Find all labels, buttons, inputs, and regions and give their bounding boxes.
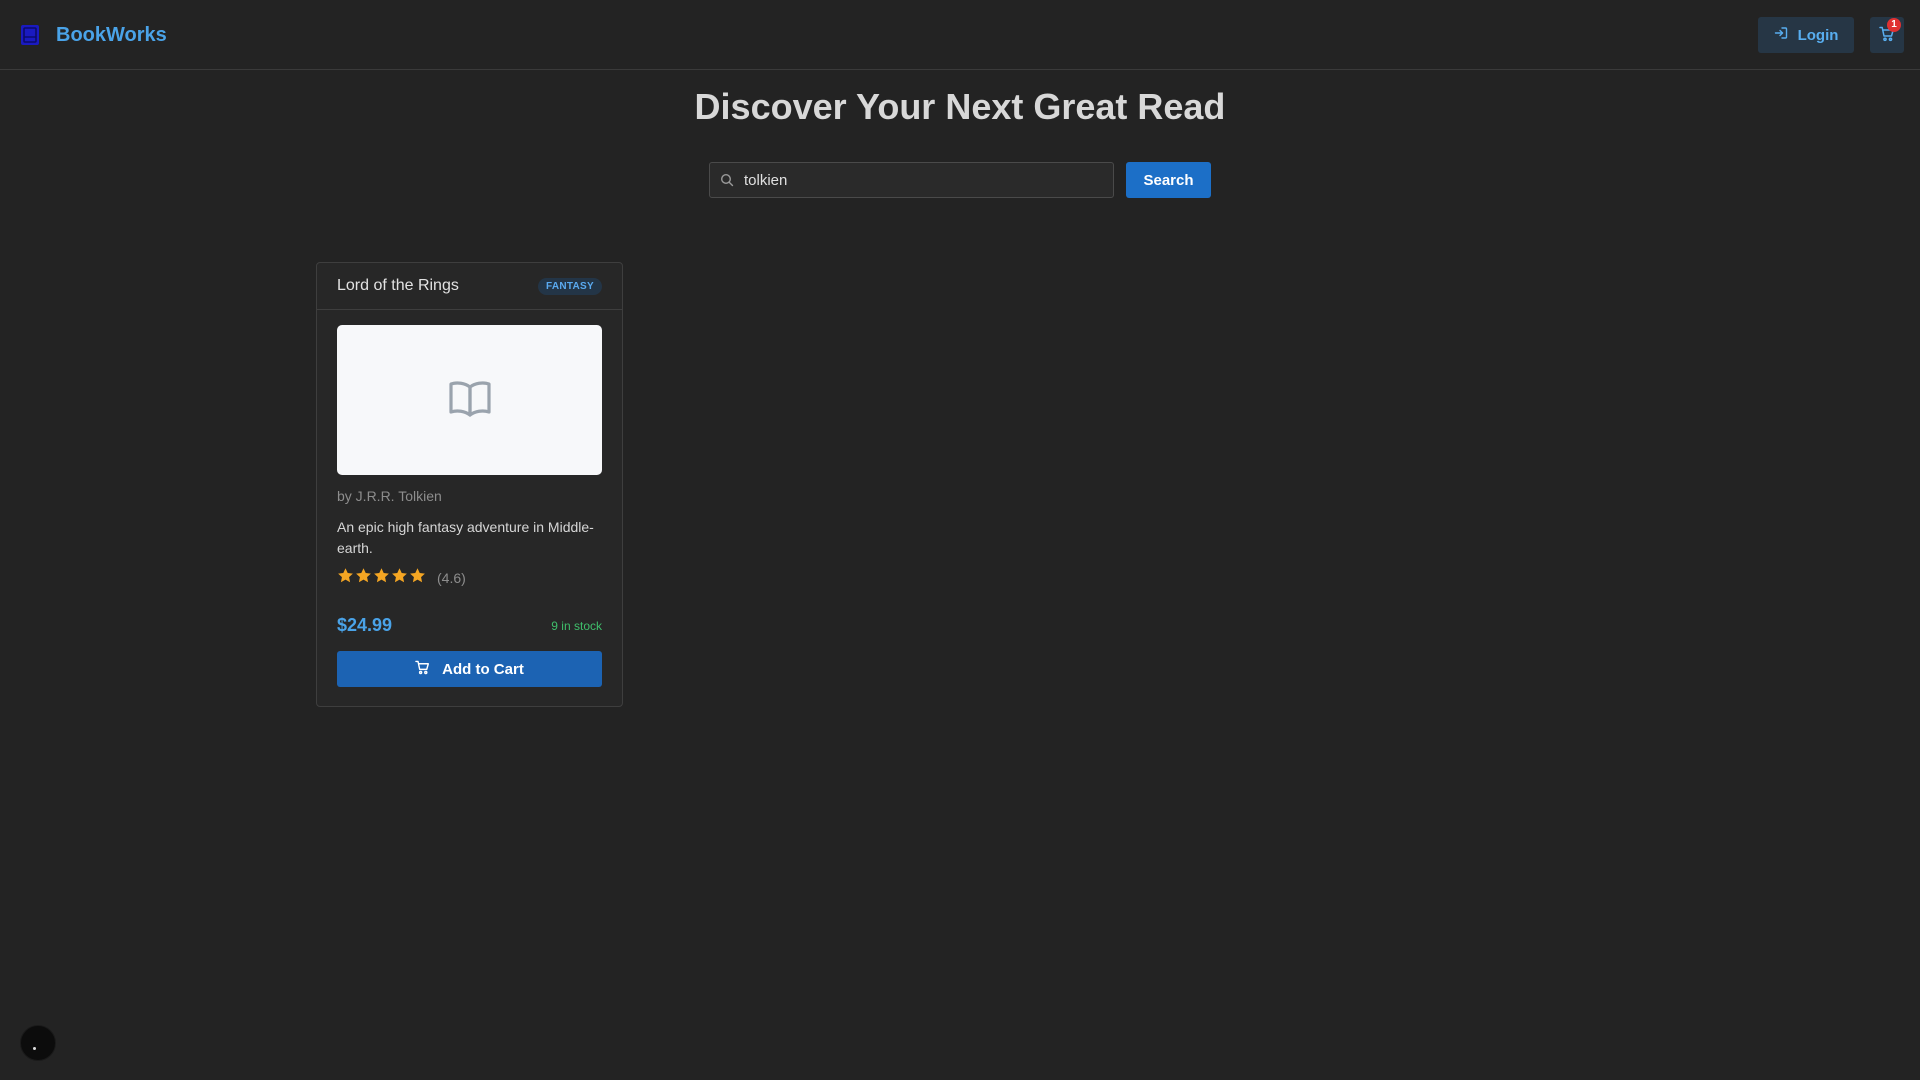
rating-value: (4.6) [437,570,466,586]
stock-status: 9 in stock [551,618,602,633]
book-title[interactable]: Lord of the Rings [337,277,459,295]
search-box [709,162,1114,198]
login-label: Login [1797,26,1839,44]
sign-in-icon [1774,26,1788,44]
add-to-cart-button[interactable]: Add to Cart [337,651,602,687]
page-title: Discover Your Next Great Read [694,86,1226,127]
book-rating: (4.6) [337,567,602,589]
search-icon [710,173,744,187]
open-book-icon [448,378,492,423]
login-button[interactable]: Login [1758,17,1854,53]
book-card-header: Lord of the Rings FANTASY [317,263,622,310]
price-row: $24.99 9 in stock [337,615,602,636]
add-to-cart-label: Add to Cart [442,660,524,678]
search-button[interactable]: Search [1126,162,1211,198]
book-price: $24.99 [337,615,393,635]
book-card: Lord of the Rings FANTASY by J.R.R. Tolk… [316,262,623,707]
search-input[interactable] [744,163,1113,197]
cart-count-badge: 1 [1887,18,1901,32]
genre-badge: FANTASY [537,277,602,295]
book-description: An epic high fantasy adventure in Middle… [337,519,594,556]
book-card-body: by J.R.R. Tolkien An epic high fantasy a… [317,310,622,589]
star-icon [373,567,390,589]
navbar: BookWorks Login 1 [0,0,1920,70]
floating-action-button[interactable] [20,1025,56,1061]
brand-name: BookWorks [56,23,167,46]
brand-link[interactable]: BookWorks [20,20,167,50]
book-cover[interactable] [337,325,602,475]
book-square-icon [20,24,40,46]
star-icon [409,567,426,589]
dot-icon [32,1046,36,1050]
star-icon [355,567,372,589]
book-author: by J.R.R. Tolkien [337,488,442,504]
star-icon [391,567,408,589]
cart-button[interactable]: 1 [1870,17,1904,53]
star-icon [337,567,354,589]
cart-icon [415,660,430,679]
